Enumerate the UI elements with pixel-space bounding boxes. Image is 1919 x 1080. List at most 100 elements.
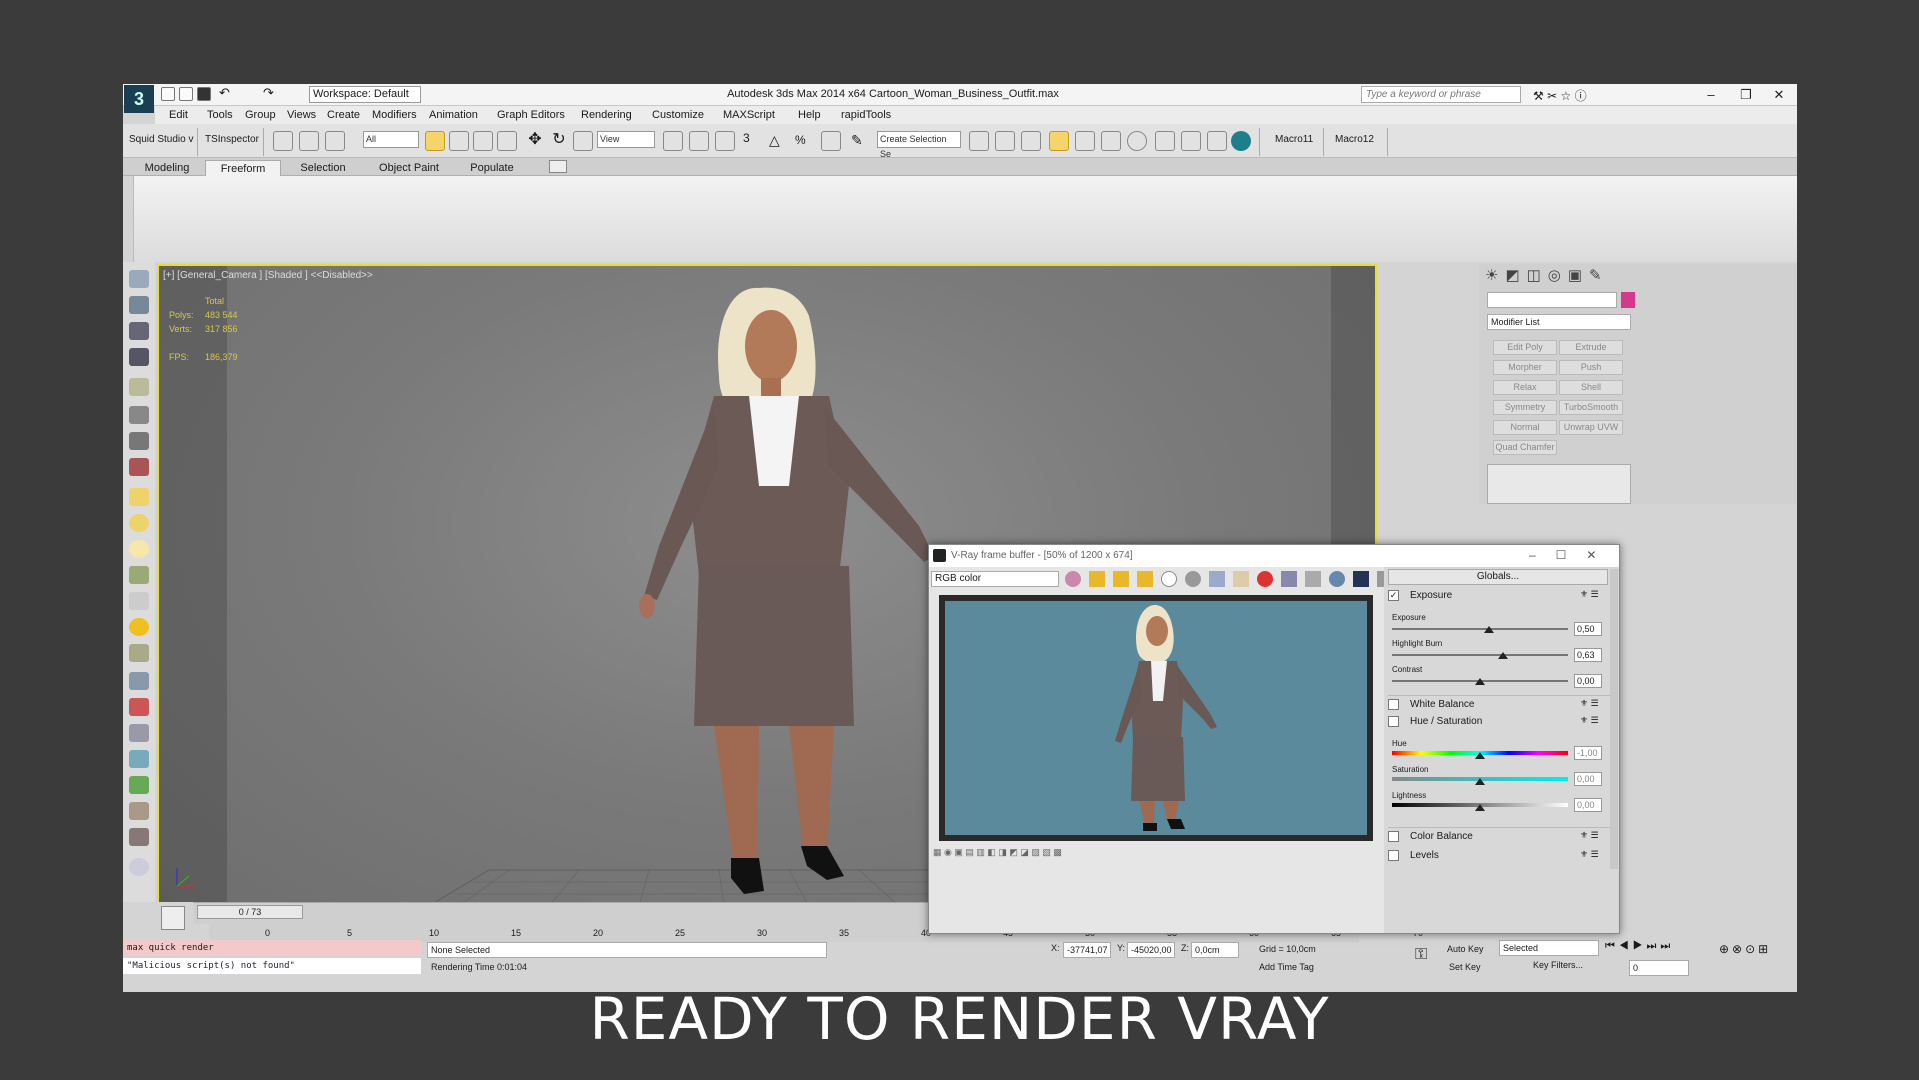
select-object-icon[interactable] — [425, 131, 445, 151]
copy-icon[interactable] — [1281, 571, 1297, 587]
tab-freeform[interactable]: Freeform — [205, 160, 281, 176]
menu-customize[interactable]: Customize — [652, 109, 704, 121]
menu-group[interactable]: Group — [245, 109, 276, 121]
sphere-icon[interactable] — [129, 514, 149, 532]
tab-object-paint[interactable]: Object Paint — [369, 160, 449, 176]
move-icon[interactable]: ✥ — [525, 131, 545, 151]
macro11-button[interactable]: Macro11 — [1275, 134, 1313, 145]
track-mouse-icon[interactable] — [1329, 571, 1345, 587]
menu-rendering[interactable]: Rendering — [581, 109, 632, 121]
exposure-preset-icon[interactable]: ⚜ ☰ — [1580, 589, 1599, 600]
z-coordinate[interactable]: 0,0cm — [1191, 942, 1239, 958]
unlink-icon[interactable] — [299, 131, 319, 151]
new-file-icon[interactable] — [161, 87, 175, 101]
align-icon[interactable] — [995, 131, 1015, 151]
menu-animation[interactable]: Animation — [429, 109, 478, 121]
spinner-snap-icon[interactable] — [821, 131, 841, 151]
globals-button[interactable]: Globals... — [1388, 569, 1608, 585]
save-icon[interactable] — [197, 87, 211, 101]
menu-views[interactable]: Views — [287, 109, 316, 121]
exposure-value[interactable]: 0,50 — [1574, 622, 1602, 636]
menu-tools[interactable]: Tools — [207, 109, 233, 121]
tab-selection[interactable]: Selection — [291, 160, 355, 176]
saturation-slider[interactable]: 0,00 — [1388, 772, 1610, 786]
reference-coord-dropdown[interactable]: View — [597, 131, 655, 148]
tool-icon-9[interactable] — [129, 672, 149, 690]
select-by-name-icon[interactable] — [449, 131, 469, 151]
cone-icon[interactable] — [129, 592, 149, 610]
layer-manager-icon[interactable] — [1021, 131, 1041, 151]
mirror-icon[interactable] — [969, 131, 989, 151]
add-time-tag[interactable]: Add Time Tag — [1259, 962, 1314, 972]
schematic-view-icon[interactable] — [1101, 131, 1121, 151]
edit-named-selection-icon[interactable]: ✎ — [851, 131, 871, 151]
levels-preset-icon[interactable]: ⚜ ☰ — [1580, 849, 1599, 860]
playback-controls[interactable]: ⏮◀▶⏭⏭ — [1605, 940, 1674, 953]
key-selection-dropdown[interactable]: Selected — [1499, 940, 1599, 956]
teapot-icon[interactable] — [129, 566, 149, 584]
restore-button[interactable]: ❐ — [1728, 86, 1764, 104]
scale-icon[interactable] — [573, 131, 593, 151]
object-color-swatch[interactable] — [1621, 292, 1635, 308]
app-logo-icon[interactable]: 3 — [124, 85, 154, 113]
percent-snap-icon[interactable]: % — [795, 131, 815, 151]
unwrap-uvw-button[interactable]: Unwrap UVW — [1559, 420, 1623, 435]
rendered-frame-window-icon[interactable] — [1181, 131, 1201, 151]
save-image-icon[interactable] — [1209, 571, 1225, 587]
search-input[interactable]: Type a keyword or phrase — [1361, 86, 1521, 103]
maxscript-listener[interactable]: max quick render — [123, 940, 421, 956]
redo-icon[interactable]: ↷ — [263, 86, 277, 101]
push-button[interactable]: Push — [1559, 360, 1623, 375]
channel-dropdown[interactable]: RGB color — [931, 571, 1059, 587]
set-key-button[interactable]: Set Key — [1449, 962, 1481, 972]
x-coordinate[interactable]: -37741,07 — [1063, 942, 1111, 958]
quad-chamfer-button[interactable]: Quad Chamfer — [1493, 440, 1557, 455]
tool-icon-4[interactable] — [129, 348, 149, 366]
tool-icon-5[interactable] — [129, 378, 149, 396]
highlight-burn-value[interactable]: 0,63 — [1574, 648, 1602, 662]
keyboard-shortcut-icon[interactable] — [715, 131, 735, 151]
hue-saturation-checkbox[interactable] — [1388, 716, 1399, 727]
select-manipulate-icon[interactable] — [689, 131, 709, 151]
levels-checkbox[interactable] — [1388, 850, 1399, 861]
geosphere-icon[interactable] — [129, 540, 149, 558]
tool-icon-6[interactable] — [129, 406, 149, 424]
edit-poly-button[interactable]: Edit Poly — [1493, 340, 1557, 355]
tab-populate[interactable]: Populate — [459, 160, 525, 176]
named-selection-dropdown[interactable]: Create Selection Se — [877, 131, 961, 159]
white-balance-checkbox[interactable] — [1388, 699, 1399, 710]
relax-button[interactable]: Relax — [1493, 380, 1557, 395]
render-last-icon[interactable] — [1353, 571, 1369, 587]
region-icon[interactable] — [1305, 571, 1321, 587]
camera-icon[interactable] — [129, 644, 149, 662]
alpha-icon[interactable] — [1161, 571, 1177, 587]
turbosmooth-button[interactable]: TurboSmooth — [1559, 400, 1623, 415]
shell-button[interactable]: Shell — [1559, 380, 1623, 395]
scene-explorer-icon[interactable] — [1049, 131, 1069, 151]
curve-editor-icon[interactable] — [1075, 131, 1095, 151]
contrast-slider[interactable]: 0,00 — [1388, 674, 1610, 688]
lightness-value[interactable]: 0,00 — [1574, 798, 1602, 812]
material-editor-icon[interactable] — [1127, 131, 1147, 151]
y-coordinate[interactable]: -45020,00 — [1127, 942, 1175, 958]
clear-image-icon[interactable] — [1257, 571, 1273, 587]
ribbon-options-icon[interactable] — [549, 160, 567, 173]
render-production-icon[interactable] — [1207, 131, 1227, 151]
lightness-slider[interactable]: 0,00 — [1388, 798, 1610, 812]
tool-icon-3[interactable] — [129, 322, 149, 340]
macro12-button[interactable]: Macro12 — [1335, 134, 1374, 145]
box-icon[interactable] — [129, 488, 149, 506]
tool-icon-1[interactable] — [129, 270, 149, 288]
contrast-value[interactable]: 0,00 — [1574, 674, 1602, 688]
command-panel-tabs[interactable]: ☀◩◫◎▣✎ — [1485, 266, 1609, 284]
close-button[interactable]: ✕ — [1761, 86, 1797, 104]
wb-preset-icon[interactable]: ⚜ ☰ — [1580, 698, 1599, 709]
load-image-icon[interactable] — [1233, 571, 1249, 587]
set-key-icon[interactable]: ⚿ — [1415, 946, 1427, 964]
hue-slider[interactable]: -1,00 — [1388, 746, 1610, 760]
frame-counter[interactable]: 0 / 73 — [197, 905, 303, 919]
tab-modeling[interactable]: Modeling — [139, 160, 195, 176]
tool-icon-7[interactable] — [129, 432, 149, 450]
help-tools-icons[interactable]: ⚒ ✂ ☆ ⓘ — [1533, 87, 1587, 104]
vfb-bottom-toolbar[interactable]: ▦ ◉ ▣ ▤ ▥ ◧ ◨ ◩ ◪ ▨ ▧ ▩ — [933, 847, 1373, 861]
